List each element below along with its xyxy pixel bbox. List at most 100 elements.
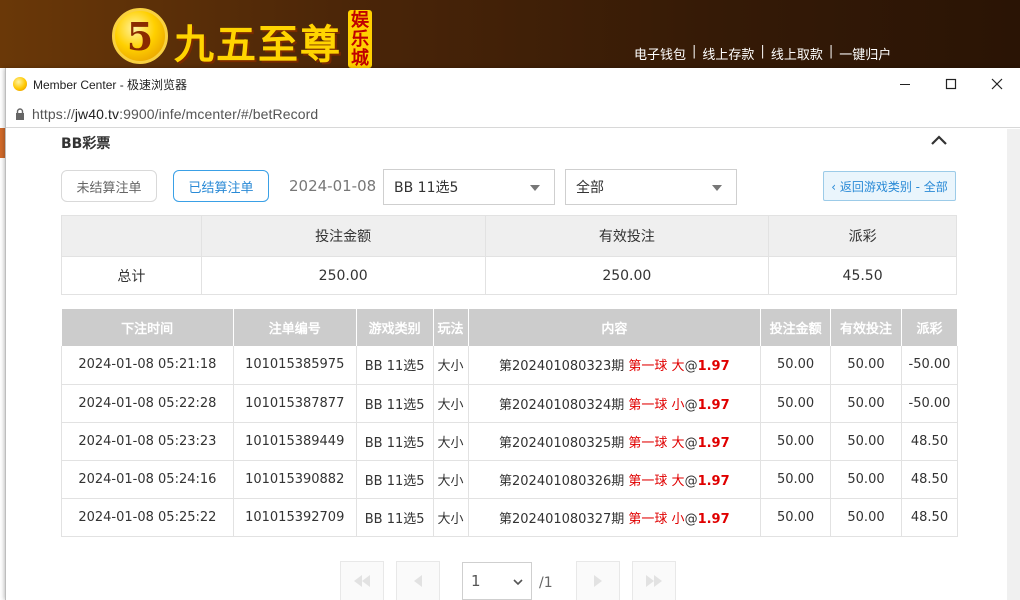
summary-row-label: 总计 [61,256,202,295]
dropdown-caret-icon [530,185,540,191]
next-page-icon [594,575,602,587]
type-select[interactable]: 全部 [565,169,737,205]
next-page-button[interactable] [576,561,620,600]
bet-time: 2024-01-08 05:25:22 [61,498,234,537]
collapse-chevron-icon[interactable] [929,133,949,147]
bet-id: 101015390882 [233,460,357,499]
member-center-content: BB彩票 未结算注单 已结算注单 2024-01-08 BB 11选5 全部 ‹… [6,129,1020,600]
play-type: 大小 [433,498,469,537]
first-page-icon [354,575,370,587]
summary-table: 投注金额 有效投注 派彩 总计 250.00 250.00 45.50 [61,215,957,295]
col-bet-id: 注单编号 [233,309,357,346]
bet-at: @ [684,359,698,375]
bet-pick: 第一球 大 [628,359,685,375]
bet-id: 101015387877 [233,384,357,423]
col-payout: 派彩 [901,309,959,346]
last-page-icon [646,575,662,587]
summary-header-row: 投注金额 有效投注 派彩 [61,215,957,257]
link-e-wallet[interactable]: 电子钱包 [634,44,686,63]
summary-header [61,215,202,257]
play-type: 大小 [433,422,469,461]
page-select[interactable]: 1 [462,562,532,600]
bet-odds: 1.97 [697,397,730,413]
bet-period: 第202401080326期 [499,473,625,489]
minimize-button[interactable] [882,68,928,100]
link-online-withdraw[interactable]: 线上取款 [771,44,823,63]
valid-bet: 50.00 [830,498,902,537]
bet-content: 第202401080327期 第一球 小@1.97 [468,498,762,537]
records-header-row: 下注时间 注单编号 游戏类别 玩法 内容 投注金额 有效投注 派彩 [61,309,959,346]
first-page-button[interactable] [340,561,384,600]
section-title: BB彩票 [61,136,111,152]
bet-pick: 第一球 大 [628,473,685,489]
last-page-button[interactable] [632,561,676,600]
bet-odds: 1.97 [697,435,730,451]
payout: -50.00 [901,346,959,385]
lock-icon [16,107,24,120]
url-scheme: https:// [32,105,75,122]
window-title: Member Center - 极速浏览器 [33,77,188,92]
table-row: 2024-01-08 05:22:28 101015387877 BB 11选5 大小… [61,384,959,423]
site-header: 5 九五至尊 娱乐城 电子钱包 | 线上存款 | 线上取款 | 一键归户 [0,0,1020,68]
bet-content: 第202401080326期 第一球 大@1.97 [468,460,762,499]
summary-bet-amount: 250.00 [200,256,486,295]
site-logo[interactable]: 5 九五至尊 娱乐城 [112,8,372,68]
play-type: 大小 [433,460,469,499]
link-one-click-return[interactable]: 一键归户 [839,44,891,63]
game-type: BB 11选5 [356,498,434,537]
summary-total-row: 总计 250.00 250.00 45.50 [61,256,957,295]
bet-odds: 1.97 [697,359,730,375]
bet-amount: 50.00 [760,422,832,461]
page-total: /1 [539,575,553,591]
summary-header: 有效投注 [484,215,770,257]
url-path: :9900/infe/mcenter/#/betRecord [119,105,319,122]
link-online-deposit[interactable]: 线上存款 [702,44,754,63]
bet-period: 第202401080327期 [499,511,625,527]
bet-time: 2024-01-08 05:23:23 [61,422,234,461]
bet-amount: 50.00 [760,460,832,499]
summary-header: 派彩 [768,215,957,257]
bet-pick: 第一球 小 [628,397,685,413]
close-button[interactable] [974,68,1020,100]
back-to-game-categories-button[interactable]: ‹ 返回游戏类别 - 全部 [823,171,956,201]
url-text[interactable]: https://jw40.tv:9900/infe/mcenter/#/betR… [32,106,318,122]
game-type: BB 11选5 [356,422,434,461]
window-controls [882,68,1020,100]
logo-badge: 娱乐城 [348,10,372,68]
bet-id: 101015392709 [233,498,357,537]
game-type: BB 11选5 [356,346,434,385]
bet-at: @ [684,435,698,451]
settled-bets-button[interactable]: 已结算注单 [173,170,269,202]
bet-pick: 第一球 大 [628,435,685,451]
address-bar[interactable]: https://jw40.tv:9900/infe/mcenter/#/betR… [6,100,1020,128]
minimize-icon [900,84,910,85]
bet-amount: 50.00 [760,384,832,423]
prev-page-button[interactable] [396,561,440,600]
game-select[interactable]: BB 11选5 [383,169,555,205]
bet-content: 第202401080325期 第一球 大@1.97 [468,422,762,461]
summary-header: 投注金额 [200,215,486,257]
bet-at: @ [684,511,698,527]
payout: -50.00 [901,384,959,423]
table-row: 2024-01-08 05:23:23 101015389449 BB 11选5 大小… [61,422,959,461]
vertical-scrollbar[interactable] [1007,129,1020,600]
bet-content: 第202401080324期 第一球 小@1.97 [468,384,762,423]
link-separator: | [692,44,697,59]
maximize-button[interactable] [928,68,974,100]
unsettled-bets-button[interactable]: 未结算注单 [61,170,157,202]
site-links: 电子钱包 | 线上存款 | 线上取款 | 一键归户 [634,44,891,63]
col-play-type: 玩法 [433,309,469,346]
table-row: 2024-01-08 05:25:22 101015392709 BB 11选5 大小… [61,498,959,537]
bet-at: @ [684,473,698,489]
game-type: BB 11选5 [356,460,434,499]
payout: 48.50 [901,460,959,499]
date-filter[interactable]: 2024-01-08 [289,177,376,195]
play-type: 大小 [433,346,469,385]
bet-time: 2024-01-08 05:24:16 [61,460,234,499]
bet-odds: 1.97 [697,511,730,527]
url-host: jw40.tv [74,105,120,122]
bet-odds: 1.97 [697,473,730,489]
valid-bet: 50.00 [830,460,902,499]
window-titlebar[interactable]: Member Center - 极速浏览器 [6,68,1020,100]
valid-bet: 50.00 [830,346,902,385]
